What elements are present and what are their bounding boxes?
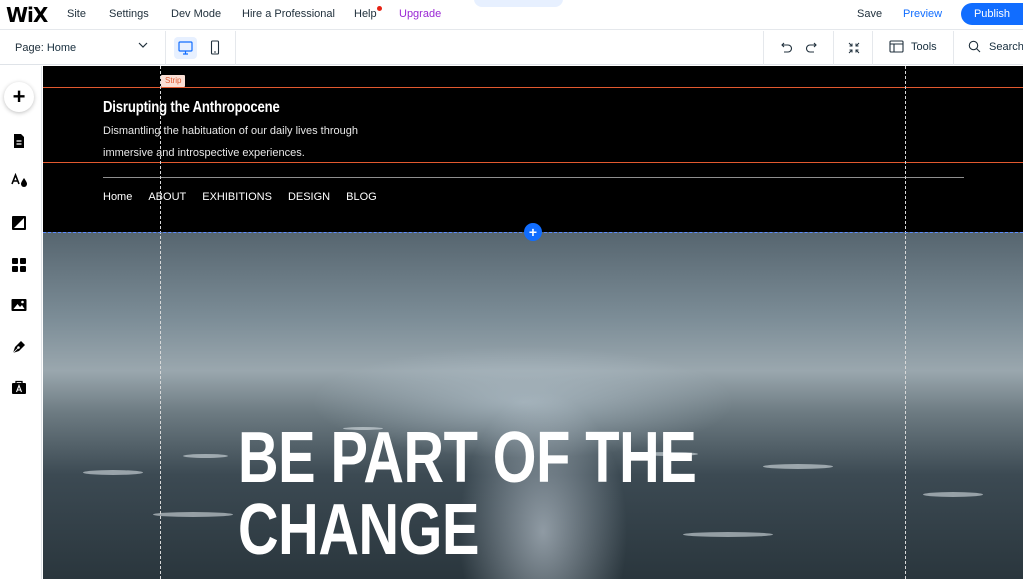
ice-floe bbox=[153, 512, 233, 517]
nav-item-about[interactable]: ABOUT bbox=[148, 191, 186, 203]
zoom-out-icon bbox=[848, 42, 860, 54]
nav-item-home[interactable]: Home bbox=[103, 191, 132, 203]
hero-heading[interactable]: BE PART OF THE CHANGE bbox=[238, 422, 697, 566]
search-button[interactable]: Search bbox=[968, 40, 1023, 53]
gridline-right bbox=[905, 66, 906, 579]
blog-button[interactable] bbox=[11, 339, 27, 355]
page-selector[interactable]: Page: Home bbox=[0, 31, 166, 65]
apps-button[interactable] bbox=[11, 257, 27, 273]
divider bbox=[833, 31, 834, 65]
editor-canvas[interactable]: Strip Disrupting the Anthropocene Disman… bbox=[43, 66, 1023, 579]
strip-label[interactable]: Strip bbox=[161, 75, 186, 87]
site-navigation-menu: Home ABOUT EXHIBITIONS DESIGN BLOG bbox=[103, 191, 393, 203]
mobile-icon bbox=[210, 40, 220, 55]
redo-icon bbox=[805, 42, 817, 53]
blog-pen-icon bbox=[12, 341, 25, 354]
background-button[interactable] bbox=[11, 215, 27, 231]
tools-label: Tools bbox=[911, 40, 937, 53]
undo-button[interactable] bbox=[778, 40, 794, 61]
tools-icon bbox=[889, 40, 904, 53]
save-button[interactable]: Save bbox=[857, 8, 882, 20]
menu-dev-mode[interactable]: Dev Mode bbox=[171, 8, 221, 20]
notification-dot bbox=[377, 6, 382, 11]
pages-button[interactable] bbox=[11, 133, 27, 149]
search-icon bbox=[968, 40, 981, 53]
strip-border-bottom bbox=[43, 162, 1023, 163]
redo-button[interactable] bbox=[804, 40, 820, 61]
menu-upgrade[interactable]: Upgrade bbox=[399, 8, 441, 20]
menu-site[interactable]: Site bbox=[67, 8, 86, 20]
site-subtitle[interactable]: Dismantling the habituation of our daily… bbox=[103, 125, 358, 137]
add-icon: + bbox=[12, 84, 26, 109]
ice-floe bbox=[83, 470, 143, 475]
page-prefix: Page: bbox=[15, 42, 44, 54]
ice-floe bbox=[763, 464, 833, 469]
chevron-down-icon bbox=[137, 39, 149, 54]
ice-floe bbox=[923, 492, 983, 497]
media-icon bbox=[11, 299, 27, 311]
editor-toolbar: Page: Home Tools Search bbox=[0, 31, 1023, 65]
site-subtitle[interactable]: immersive and introspective experiences. bbox=[103, 147, 305, 159]
hero-heading-line: BE PART OF THE bbox=[238, 418, 697, 498]
collapse-topbar-button[interactable]: ⌃ bbox=[474, 0, 563, 7]
tools-button[interactable]: Tools bbox=[889, 40, 937, 53]
menu-settings[interactable]: Settings bbox=[109, 8, 149, 20]
divider bbox=[763, 31, 764, 65]
chevron-up-icon: ⌃ bbox=[515, 0, 522, 5]
nav-item-exhibitions[interactable]: EXHIBITIONS bbox=[202, 191, 272, 203]
business-button[interactable] bbox=[11, 379, 27, 395]
add-section-button[interactable]: + bbox=[524, 223, 542, 241]
nav-item-design[interactable]: DESIGN bbox=[288, 191, 330, 203]
gridline-left bbox=[160, 66, 161, 579]
wix-logo[interactable]: WiX bbox=[6, 3, 48, 27]
desktop-view-button[interactable] bbox=[174, 37, 197, 59]
hero-heading-line: CHANGE bbox=[238, 490, 480, 570]
nav-divider-line bbox=[103, 177, 964, 178]
divider bbox=[953, 31, 954, 65]
preview-button[interactable]: Preview bbox=[903, 8, 942, 20]
site-title[interactable]: Disrupting the Anthropocene bbox=[103, 99, 280, 117]
media-button[interactable] bbox=[11, 297, 27, 313]
design-icon bbox=[11, 172, 27, 187]
divider bbox=[872, 31, 873, 65]
page-selector-label: Page: Home bbox=[15, 42, 76, 54]
menu-help[interactable]: Help bbox=[354, 8, 377, 20]
mobile-view-button[interactable] bbox=[204, 37, 226, 59]
background-icon bbox=[12, 216, 26, 230]
business-icon bbox=[12, 380, 26, 394]
search-label: Search bbox=[989, 40, 1023, 53]
menu-hire-professional[interactable]: Hire a Professional bbox=[242, 8, 335, 20]
publish-button[interactable]: Publish bbox=[961, 3, 1023, 25]
strip-border-top bbox=[43, 87, 1023, 88]
ice-floe bbox=[683, 532, 773, 537]
left-sidebar: + bbox=[0, 66, 42, 579]
undo-icon bbox=[781, 42, 793, 53]
zoom-out-button[interactable] bbox=[846, 40, 862, 61]
add-elements-button[interactable]: + bbox=[4, 82, 34, 112]
ice-floe bbox=[183, 454, 228, 458]
apps-icon bbox=[12, 258, 26, 272]
nav-item-blog[interactable]: BLOG bbox=[346, 191, 377, 203]
desktop-icon bbox=[178, 41, 193, 55]
current-page-name: Home bbox=[46, 42, 77, 54]
top-bar: WiX Site Settings Dev Mode Hire a Profes… bbox=[0, 0, 1023, 30]
pages-icon bbox=[14, 134, 24, 148]
design-button[interactable] bbox=[11, 172, 27, 189]
divider bbox=[235, 31, 236, 65]
